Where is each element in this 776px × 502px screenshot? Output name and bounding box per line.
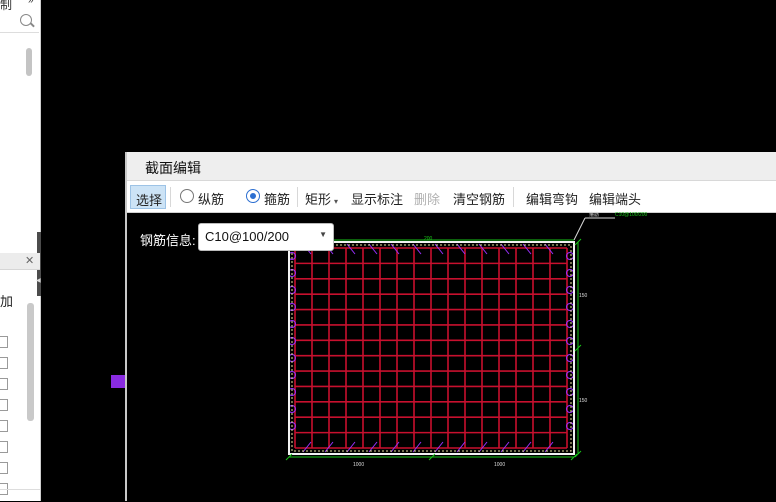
panel-footer	[0, 489, 40, 502]
scrollbar-thumb[interactable]	[27, 303, 34, 421]
expand-arrow-icon[interactable]: »	[28, 0, 34, 6]
rebar-grid	[288, 243, 574, 453]
rebar-info-combobox[interactable]: C10@100/200 ▼	[198, 223, 334, 251]
dimension-ticks	[285, 238, 582, 461]
checkbox[interactable]	[0, 378, 8, 390]
section-canvas[interactable]: 箍筋 C10@100/200 1000 1000 150 150 200	[127, 152, 776, 501]
close-icon[interactable]: ✕	[25, 254, 34, 267]
dim-label: 150	[579, 293, 588, 299]
dim-label: 1000	[494, 462, 505, 468]
section-edit-dialog: 截面编辑 选择 纵筋 箍筋 矩形 ▾ 显示标注 删除 清空钢筋 编辑弯钩 编辑端头…	[125, 152, 776, 501]
dim-label: 1000	[353, 462, 364, 468]
leader-rebar-note: C10@100/200	[615, 212, 648, 218]
scrollbar-thumb[interactable]	[26, 48, 32, 76]
search-box[interactable]	[0, 12, 39, 33]
checkbox[interactable]	[0, 462, 8, 474]
checkbox[interactable]	[0, 399, 8, 411]
checkbox[interactable]	[0, 420, 8, 432]
left-dock-panel: 制 » ◀ ✕ 加	[0, 0, 41, 501]
collapse-arrow-icon[interactable]: ◀	[36, 277, 41, 284]
dim-label: 150	[579, 398, 588, 404]
selection-grip-marker[interactable]	[111, 375, 125, 388]
search-icon[interactable]	[20, 14, 32, 26]
checkbox[interactable]	[0, 357, 8, 369]
checkbox[interactable]	[0, 336, 8, 348]
checkbox[interactable]	[0, 441, 8, 453]
chevron-down-icon: ▼	[319, 230, 327, 239]
property-panel-label: 加	[0, 294, 14, 309]
leader-note: 箍筋	[589, 211, 599, 218]
panel-header: 制 »	[0, 0, 40, 12]
dim-label: 200	[424, 236, 433, 242]
rebar-info-value: C10@100/200	[205, 229, 290, 244]
property-panel-header: ✕	[0, 253, 40, 270]
rebar-info-label: 钢筋信息:	[140, 233, 196, 248]
leader-line	[573, 217, 586, 241]
